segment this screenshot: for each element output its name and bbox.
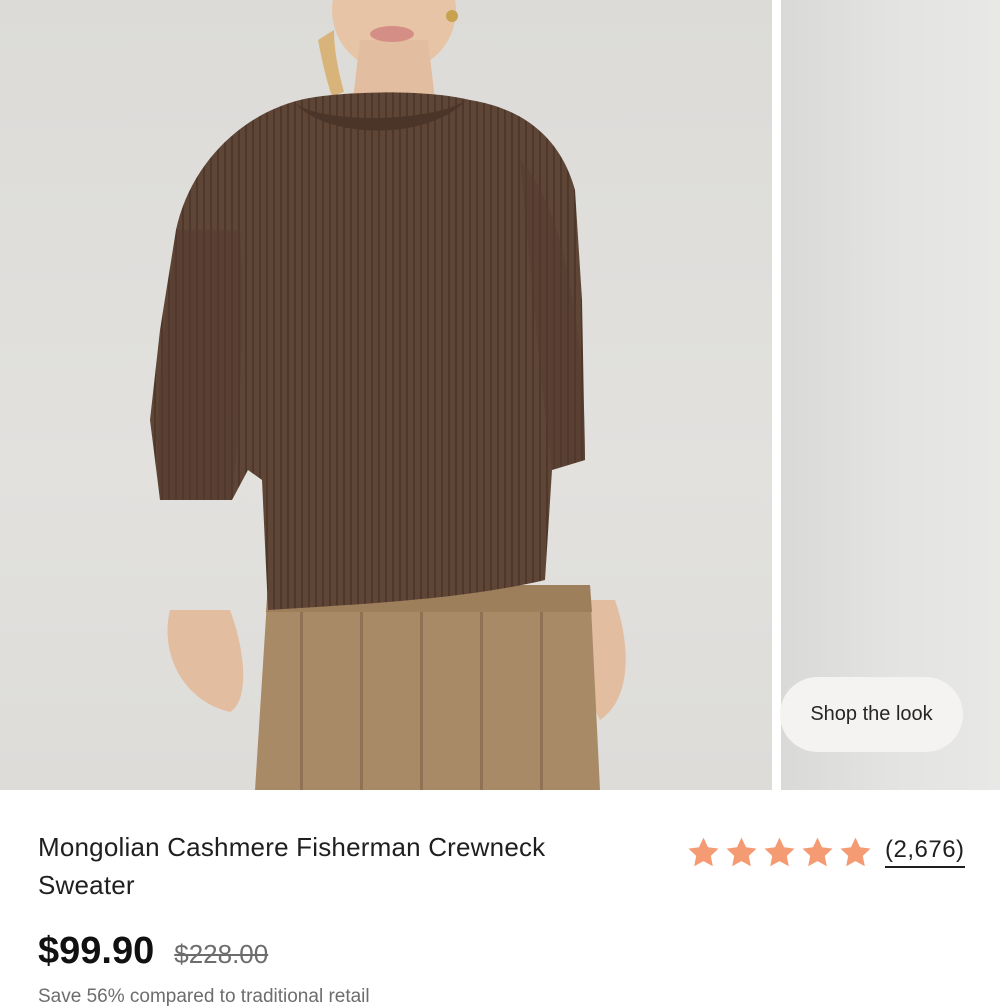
star-icon xyxy=(840,837,871,867)
product-title: Mongolian Cashmere Fisherman Crewneck Sw… xyxy=(38,832,546,900)
star-icon xyxy=(764,837,795,867)
shop-the-look-button[interactable]: Shop the look xyxy=(780,677,963,752)
star-rating xyxy=(686,835,873,870)
price-row: $99.90 $228.00 xyxy=(38,930,268,973)
star-icon xyxy=(802,837,833,867)
savings-note: Save 56% compared to traditional retail xyxy=(38,986,370,1007)
model-wearing-sweater-image xyxy=(150,0,626,790)
star-icon xyxy=(726,837,757,867)
gallery-divider xyxy=(772,0,781,790)
product-photo-next[interactable] xyxy=(781,0,1000,790)
review-count[interactable]: (2,676) xyxy=(885,837,965,868)
rating-reviews-link[interactable]: (2,676) xyxy=(686,835,965,870)
star-icon xyxy=(688,837,719,867)
original-price: $228.00 xyxy=(174,939,269,969)
product-image-gallery[interactable]: Shop the look xyxy=(0,0,1000,790)
product-photo-main[interactable] xyxy=(0,0,772,790)
sale-price: $99.90 xyxy=(38,930,155,972)
